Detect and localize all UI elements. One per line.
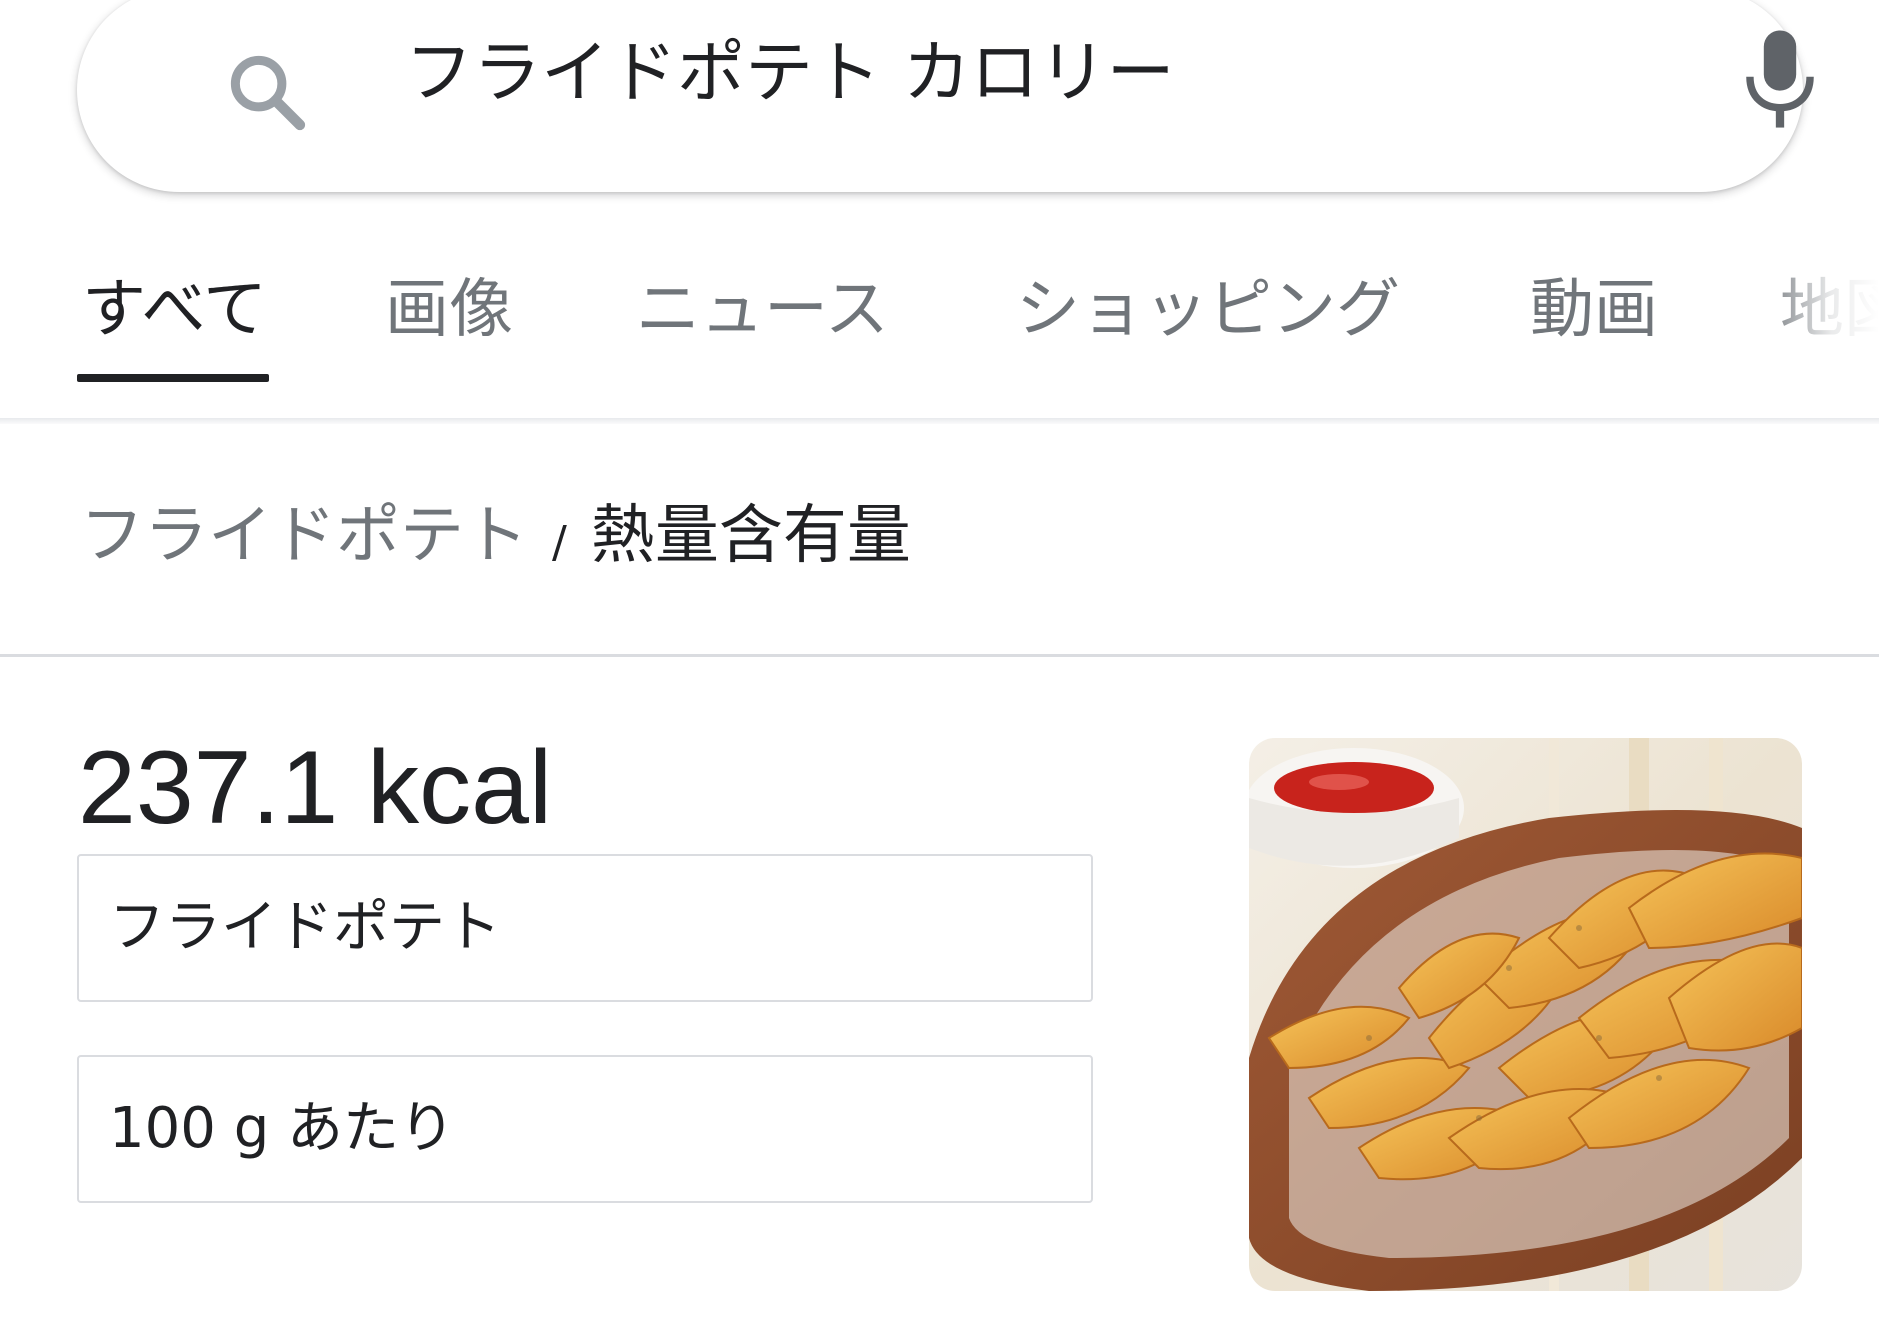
food-select-value: フライドポテト (109, 895, 501, 960)
breadcrumb: フライドポテト / 熱量含有量 (80, 492, 911, 587)
active-tab-indicator (77, 374, 269, 382)
breadcrumb-separator: / (552, 517, 567, 568)
calorie-value: 237.1 kcal (78, 730, 553, 846)
food-select[interactable]: フライドポテト (77, 854, 1093, 1002)
tabs-overflow-fade (1760, 240, 1879, 390)
food-image[interactable] (1249, 738, 1802, 1291)
search-input[interactable]: フライドポテト カロリー (405, 26, 1175, 122)
breadcrumb-current: 熱量含有量 (590, 499, 911, 573)
section-divider (0, 654, 1879, 657)
tab-videos[interactable]: 動画 (1530, 270, 1658, 350)
tab-news[interactable]: ニュース (636, 270, 889, 350)
search-bar[interactable]: フライドポテト カロリー (77, 0, 1814, 192)
tab-shopping[interactable]: ショッピング (1016, 270, 1400, 350)
tab-images[interactable]: 画像 (385, 270, 513, 350)
search-results-page: フライドポテト カロリー すべて 画像 ニュース ショッピング 動画 地図 フラ… (0, 0, 1879, 1339)
tab-all[interactable]: すべて (82, 270, 267, 350)
amount-select[interactable]: 100 g あたり (77, 1055, 1093, 1203)
breadcrumb-parent[interactable]: フライドポテト (80, 499, 528, 573)
tabs-divider (0, 418, 1879, 424)
search-tabs: すべて 画像 ニュース ショッピング 動画 地図 (0, 240, 1879, 390)
amount-select-value: 100 g あたり (109, 1096, 456, 1161)
